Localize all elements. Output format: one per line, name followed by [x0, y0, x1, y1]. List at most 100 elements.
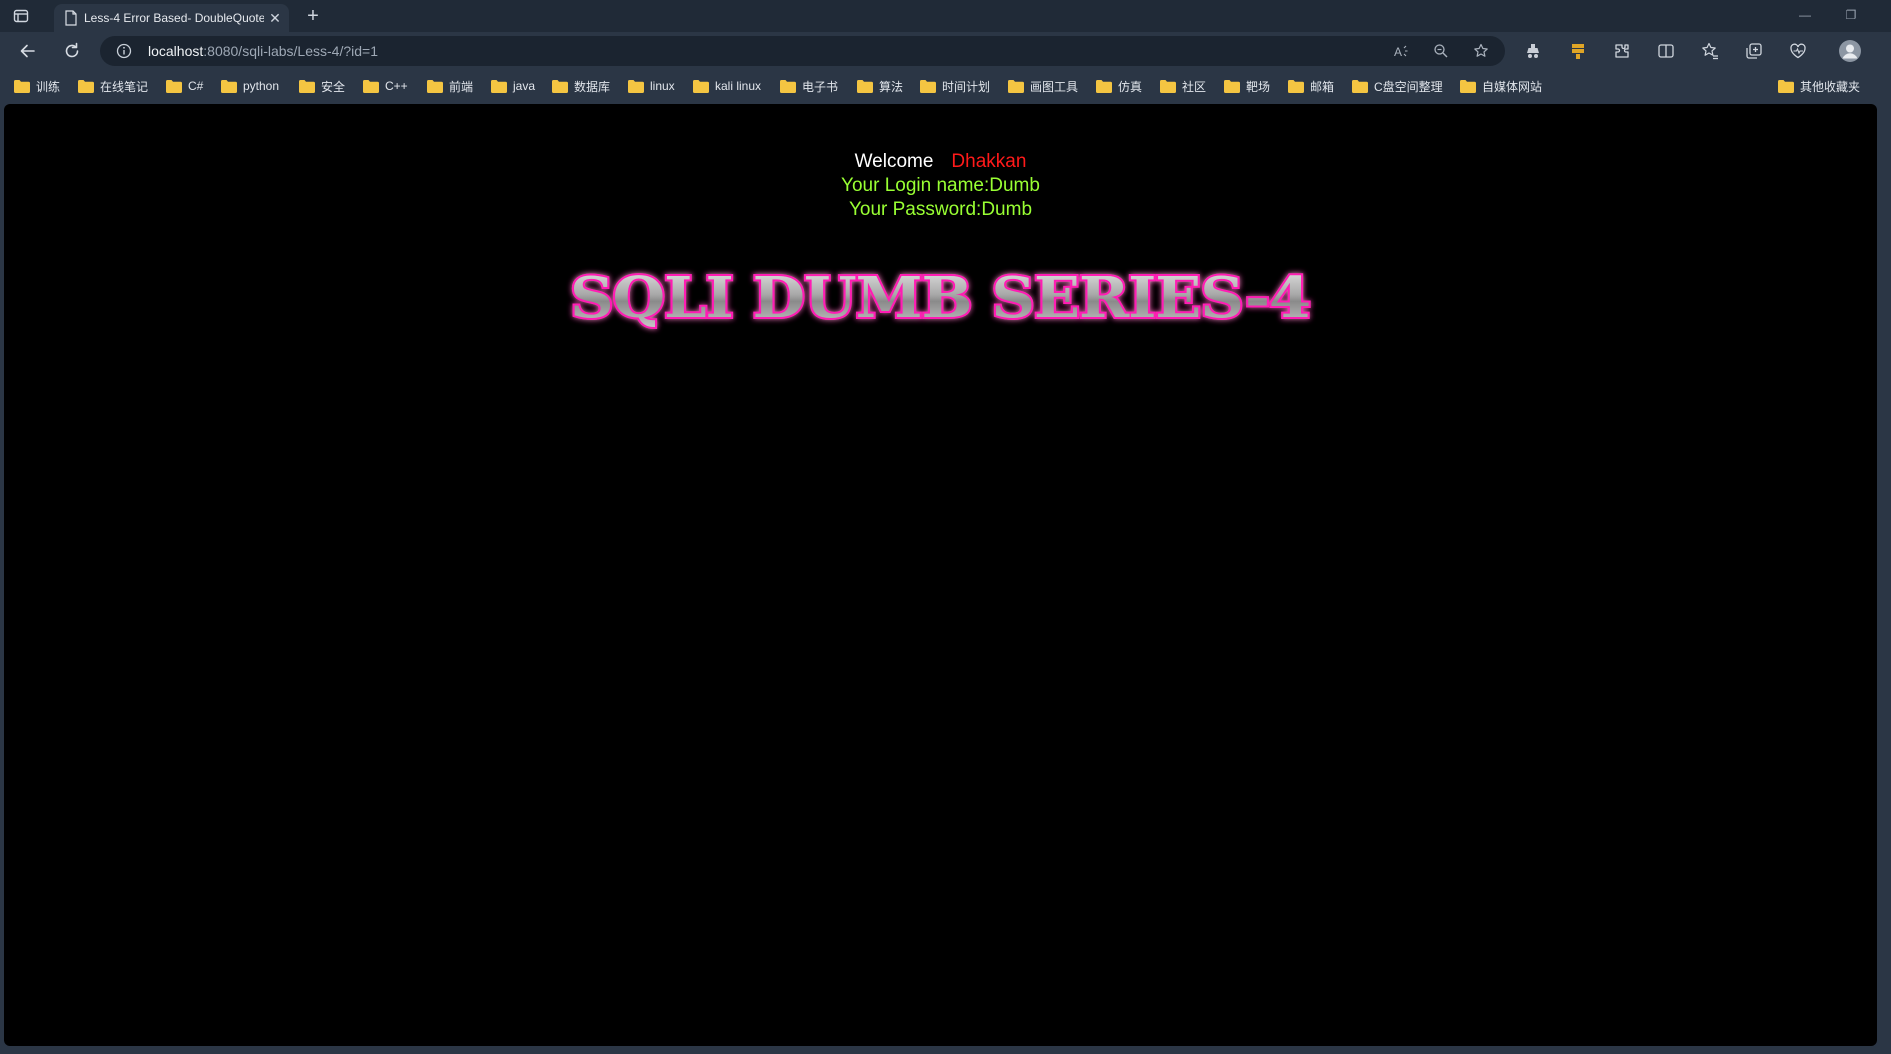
new-tab-button[interactable]: +	[303, 6, 323, 26]
zoom-icon[interactable]	[1433, 43, 1449, 59]
bookmark-label: C++	[385, 79, 408, 93]
bookmark-label: 数据库	[574, 79, 611, 94]
bookmark-folder[interactable]: 数据库	[552, 76, 610, 96]
bookmark-label: java	[513, 79, 536, 93]
bookmark-folder[interactable]: 靶场	[1224, 76, 1270, 96]
folder-icon	[166, 79, 182, 93]
bookmark-label: 安全	[321, 79, 346, 94]
active-tab[interactable]: Less-4 Error Based- DoubleQuotes ✕	[54, 4, 289, 32]
bookmark-label: C盘空间整理	[1374, 79, 1443, 94]
password-line: Your Password:Dumb	[848, 199, 1033, 220]
bookmark-folder[interactable]: C++	[363, 76, 408, 96]
window-bottom-edge	[0, 1046, 1891, 1054]
site-info-icon[interactable]	[116, 43, 132, 59]
folder-icon	[14, 79, 30, 93]
bookmark-label: 邮箱	[1310, 79, 1335, 94]
browser-window: Less-4 Error Based- DoubleQuotes ✕ + — ❐…	[0, 0, 1891, 1054]
extension-stack-icon[interactable]	[1568, 41, 1588, 61]
folder-icon	[363, 79, 379, 93]
bookmark-label: 电子书	[802, 79, 839, 94]
bookmark-label: 社区	[1182, 79, 1207, 94]
extension-spy-icon[interactable]	[1523, 41, 1543, 61]
scrollbar[interactable]	[1880, 104, 1891, 1046]
folder-icon	[1224, 79, 1240, 93]
bookmark-label: kali linux	[715, 79, 762, 93]
profile-avatar-icon[interactable]	[1838, 39, 1862, 63]
url-text[interactable]: localhost:8080/sqli-labs/Less-4/?id=1	[148, 43, 378, 59]
folder-icon	[552, 79, 568, 93]
bookmark-folder[interactable]: python	[221, 76, 279, 96]
bookmark-folder[interactable]: 安全	[299, 76, 345, 96]
back-icon[interactable]	[18, 41, 38, 61]
navigation-toolbar: localhost:8080/sqli-labs/Less-4/?id=1 A	[0, 32, 1891, 70]
bookmark-label: 画图工具	[1030, 79, 1079, 94]
browser-essentials-icon[interactable]	[1788, 41, 1808, 61]
bookmark-folder[interactable]: C#	[166, 76, 203, 96]
welcome-line: Welcome Dhakkan	[4, 150, 1877, 174]
bookmark-folder[interactable]: 社区	[1160, 76, 1206, 96]
folder-icon	[1160, 79, 1176, 93]
favorites-icon[interactable]	[1700, 41, 1720, 61]
series-banner: SQLI DUMB SERIES-4	[4, 259, 1877, 339]
bookmark-folder[interactable]: 算法	[857, 76, 903, 96]
tab-bar: Less-4 Error Based- DoubleQuotes ✕ + — ❐	[0, 0, 1891, 32]
banner-title: SQLI DUMB SERIES-4	[570, 265, 1310, 331]
folder-icon	[491, 79, 507, 93]
bookmark-folder[interactable]: C盘空间整理	[1352, 76, 1443, 96]
url-path: :8080/sqli-labs/Less-4/?id=1	[203, 43, 378, 59]
read-aloud-icon[interactable]: A	[1393, 43, 1409, 59]
folder-icon	[299, 79, 315, 93]
restore-icon[interactable]: ❐	[1843, 8, 1859, 24]
page-viewport: Welcome Dhakkan Your Login name:Dumb Your…	[4, 104, 1877, 1046]
bookmark-folder[interactable]: 前端	[427, 76, 473, 96]
folder-icon	[78, 79, 94, 93]
tab-title: Less-4 Error Based- DoubleQuotes	[84, 11, 264, 25]
address-bar[interactable]: localhost:8080/sqli-labs/Less-4/?id=1 A	[100, 36, 1505, 66]
extensions-icon[interactable]	[1612, 41, 1632, 61]
bookmark-label: python	[243, 79, 280, 93]
bookmark-folder[interactable]: 画图工具	[1008, 76, 1078, 96]
bookmark-folder[interactable]: linux	[628, 76, 675, 96]
folder-icon	[920, 79, 936, 93]
bookmark-label: 算法	[879, 79, 904, 94]
login-name-line: Your Login name:Dumb	[841, 175, 1040, 196]
bookmark-folder[interactable]: 电子书	[780, 76, 838, 96]
bookmark-folder[interactable]: 仿真	[1096, 76, 1142, 96]
bookmark-label: 自媒体网站	[1482, 79, 1543, 94]
bookmark-folder[interactable]: 在线笔记	[78, 76, 148, 96]
folder-icon	[221, 79, 237, 93]
bookmark-folder[interactable]: 训练	[14, 76, 60, 96]
other-bookmarks-folder[interactable]: 其他收藏夹	[1778, 76, 1860, 96]
split-screen-icon[interactable]	[1656, 41, 1676, 61]
bookmark-folder[interactable]: 邮箱	[1288, 76, 1334, 96]
welcome-text: Welcome	[854, 151, 934, 172]
bookmark-folder[interactable]: 时间计划	[920, 76, 990, 96]
close-tab-icon[interactable]: ✕	[267, 10, 283, 26]
folder-icon	[427, 79, 443, 93]
bookmark-label: 时间计划	[942, 79, 991, 94]
folder-icon	[1008, 79, 1024, 93]
bookmark-label: C#	[188, 79, 204, 93]
folder-icon	[1352, 79, 1368, 93]
bookmark-folder[interactable]: java	[491, 76, 535, 96]
folder-icon	[780, 79, 796, 93]
bookmark-label: 仿真	[1118, 79, 1143, 94]
bookmark-folder[interactable]: 自媒体网站	[1460, 76, 1542, 96]
bookmark-label: linux	[650, 79, 675, 93]
tab-actions-icon[interactable]	[12, 7, 30, 25]
folder-icon	[1096, 79, 1112, 93]
collections-icon[interactable]	[1744, 41, 1764, 61]
bookmark-label: 训练	[36, 79, 61, 94]
other-bookmarks-label: 其他收藏夹	[1800, 79, 1861, 94]
folder-icon	[693, 79, 709, 93]
favorite-star-icon[interactable]	[1473, 43, 1489, 59]
bookmark-folder[interactable]: kali linux	[693, 76, 761, 96]
refresh-icon[interactable]	[62, 41, 82, 61]
bookmark-label: 在线笔记	[100, 79, 149, 94]
folder-icon	[857, 79, 873, 93]
bookmarks-bar: 训练 在线笔记 C# python 安全 C++ 前端 java 数据库 lin…	[0, 70, 1891, 102]
url-host: localhost	[148, 43, 204, 59]
minimize-icon[interactable]: —	[1797, 8, 1813, 24]
folder-icon	[1460, 79, 1476, 93]
svg-text:A: A	[1394, 45, 1402, 59]
